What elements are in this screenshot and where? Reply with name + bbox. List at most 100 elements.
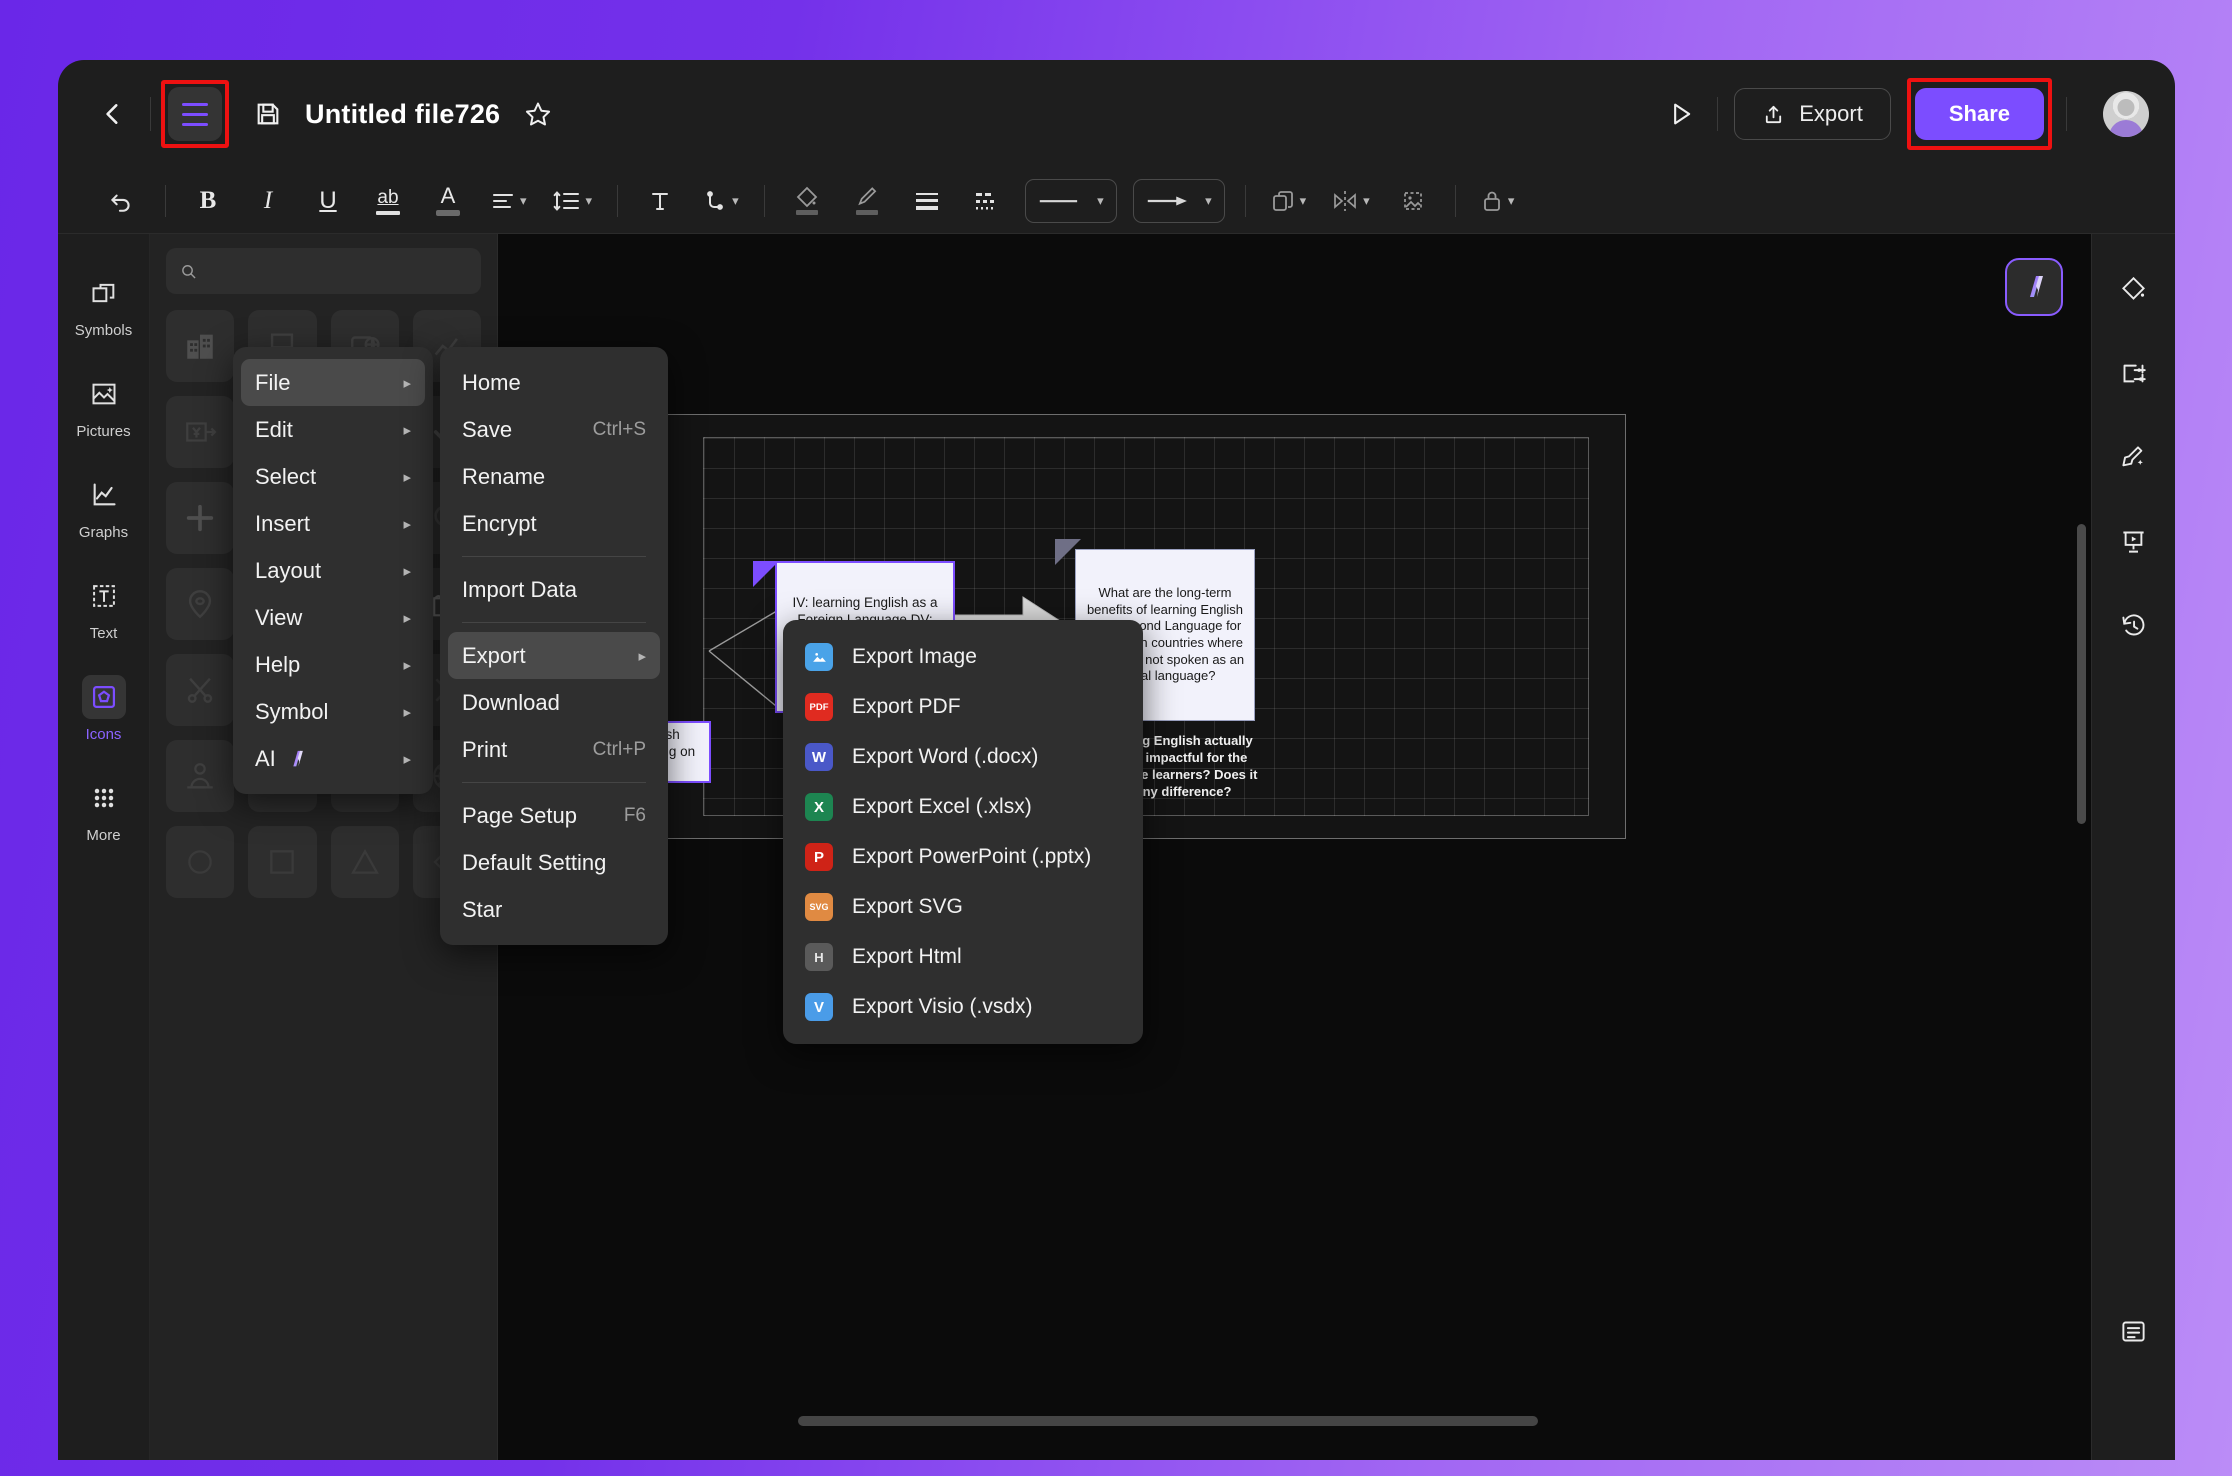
export-item-html[interactable]: H Export Html bbox=[783, 932, 1143, 982]
chevron-right-icon: ▸ bbox=[403, 609, 411, 627]
star-outline-icon[interactable] bbox=[522, 98, 554, 130]
file-menu-item-home[interactable]: Home bbox=[440, 359, 668, 406]
menu-item-symbol-label: Symbol bbox=[255, 698, 329, 724]
share-button[interactable]: Share bbox=[1914, 88, 2044, 140]
file-menu-item-default-setting[interactable]: Default Setting bbox=[440, 839, 668, 886]
icon-cell-yen-transfer[interactable] bbox=[166, 396, 235, 468]
file-menu-item-print[interactable]: Print Ctrl+P bbox=[440, 726, 668, 773]
arrow-style-select[interactable]: ▾ bbox=[1132, 178, 1225, 223]
menu-item-edit[interactable]: Edit ▸ bbox=[233, 406, 433, 453]
theme-brush-icon[interactable] bbox=[2109, 432, 2159, 482]
icon-search-box[interactable] bbox=[166, 248, 481, 294]
strikethrough-button[interactable]: ab bbox=[365, 178, 411, 224]
file-menu-item-export[interactable]: Export ▸ bbox=[448, 632, 660, 679]
export-item-powerpoint-label: Export PowerPoint (.pptx) bbox=[852, 845, 1092, 868]
menu-item-insert[interactable]: Insert ▸ bbox=[233, 500, 433, 547]
export-item-html-label: Export Html bbox=[852, 945, 962, 968]
export-item-image[interactable]: Export Image bbox=[783, 632, 1143, 682]
lock-button[interactable]: ▾ bbox=[1475, 178, 1521, 224]
format-toolbar: B I U ab A ▾ ▾ ▾ ▾ ▾ ▾ ▾ ▾ bbox=[58, 168, 2175, 234]
file-menu-item-encrypt[interactable]: Encrypt bbox=[440, 500, 668, 547]
file-menu-item-star[interactable]: Star bbox=[440, 886, 668, 933]
file-menu-item-download[interactable]: Download bbox=[440, 679, 668, 726]
menu-item-edit-label: Edit bbox=[255, 416, 293, 442]
icon-cell-building[interactable] bbox=[166, 310, 235, 382]
fill-color-button[interactable] bbox=[784, 178, 830, 224]
horizontal-scrollbar[interactable] bbox=[798, 1416, 1538, 1426]
icon-cell-square[interactable] bbox=[248, 826, 317, 898]
chevron-right-icon: ▸ bbox=[403, 562, 411, 580]
export-item-visio[interactable]: V Export Visio (.vsdx) bbox=[783, 982, 1143, 1032]
file-menu-item-rename[interactable]: Rename bbox=[440, 453, 668, 500]
export-button[interactable]: Export bbox=[1734, 88, 1891, 140]
toolbar-sep-0 bbox=[165, 184, 166, 217]
document-title[interactable]: Untitled file726 bbox=[305, 99, 500, 130]
sidebar-item-graphs[interactable]: Graphs bbox=[62, 460, 146, 550]
menu-item-symbol[interactable]: Symbol ▸ bbox=[233, 688, 433, 735]
underline-button[interactable]: U bbox=[305, 178, 351, 224]
connector-style-button[interactable]: ▾ bbox=[697, 178, 745, 224]
file-menu-item-star-label: Star bbox=[462, 896, 503, 922]
export-item-powerpoint[interactable]: P Export PowerPoint (.pptx) bbox=[783, 832, 1143, 882]
sidebar-item-text[interactable]: Text bbox=[62, 561, 146, 651]
text-box-button[interactable] bbox=[637, 178, 683, 224]
back-button[interactable] bbox=[86, 87, 140, 141]
menu-item-insert-label: Insert bbox=[255, 510, 311, 536]
icon-cell-location-pin[interactable] bbox=[166, 568, 235, 640]
vertical-scrollbar[interactable] bbox=[2077, 524, 2086, 824]
font-color-button[interactable]: A bbox=[425, 178, 471, 224]
page-settings-icon[interactable] bbox=[2109, 348, 2159, 398]
file-menu-item-rename-label: Rename bbox=[462, 463, 546, 489]
fill-bucket-icon[interactable] bbox=[2109, 264, 2159, 314]
avatar[interactable] bbox=[2103, 91, 2149, 137]
menu-item-ai[interactable]: AI ▸ bbox=[233, 735, 433, 782]
slideshow-icon[interactable] bbox=[2109, 516, 2159, 566]
file-menu-item-print-shortcut: Ctrl+P bbox=[592, 738, 646, 760]
export-item-excel[interactable]: X Export Excel (.xlsx) bbox=[783, 782, 1143, 832]
line-style-select[interactable]: ▾ bbox=[1024, 178, 1117, 223]
export-item-svg[interactable]: SVG Export SVG bbox=[783, 882, 1143, 932]
menu-item-help[interactable]: Help ▸ bbox=[233, 641, 433, 688]
icon-cell-plus[interactable] bbox=[166, 482, 235, 554]
arrange-layers-button[interactable]: ▾ bbox=[1265, 178, 1313, 224]
file-menu-item-import-data[interactable]: Import Data bbox=[440, 566, 668, 613]
menu-item-file[interactable]: File ▸ bbox=[241, 359, 425, 406]
menu-item-layout[interactable]: Layout ▸ bbox=[233, 547, 433, 594]
sidebar-item-icons[interactable]: Icons bbox=[62, 662, 146, 752]
crop-button[interactable] bbox=[1390, 178, 1436, 224]
canvas-area[interactable]: IV: learning English as a Foreign Langua… bbox=[498, 234, 2091, 1460]
flip-button[interactable]: ▾ bbox=[1326, 178, 1376, 224]
icon-cell-person-speaker[interactable] bbox=[166, 740, 235, 812]
line-weight-button[interactable] bbox=[904, 178, 950, 224]
italic-button[interactable]: I bbox=[245, 178, 291, 224]
menu-item-select[interactable]: Select ▸ bbox=[233, 453, 433, 500]
sidebar-item-symbols[interactable]: Symbols bbox=[62, 258, 146, 348]
text-align-button[interactable]: ▾ bbox=[485, 178, 533, 224]
icon-search-input[interactable] bbox=[207, 261, 467, 281]
export-item-word[interactable]: W Export Word (.docx) bbox=[783, 732, 1143, 782]
undo-button[interactable] bbox=[98, 178, 144, 224]
outline-panel-icon[interactable] bbox=[2109, 1306, 2159, 1356]
line-spacing-button[interactable]: ▾ bbox=[547, 178, 599, 224]
ai-assistant-button[interactable] bbox=[2005, 258, 2063, 316]
header-divider-2 bbox=[1717, 97, 1719, 131]
sidebar-item-pictures[interactable]: Pictures bbox=[62, 359, 146, 449]
bold-button[interactable]: B bbox=[185, 178, 231, 224]
file-menu-item-export-label: Export bbox=[462, 642, 526, 668]
history-clock-icon[interactable] bbox=[2109, 600, 2159, 650]
file-menu-item-save[interactable]: Save Ctrl+S bbox=[440, 406, 668, 453]
line-color-button[interactable] bbox=[844, 178, 890, 224]
menu-item-view[interactable]: View ▸ bbox=[233, 594, 433, 641]
file-menu-item-page-setup[interactable]: Page Setup F6 bbox=[440, 792, 668, 839]
hamburger-menu-button[interactable] bbox=[168, 87, 222, 141]
header-divider bbox=[150, 97, 151, 131]
sidebar-label-pictures: Pictures bbox=[76, 423, 131, 440]
sidebar-item-more[interactable]: More bbox=[62, 763, 146, 853]
present-play-button[interactable] bbox=[1655, 88, 1707, 140]
icon-cell-scissors[interactable] bbox=[166, 654, 235, 726]
export-item-pdf[interactable]: PDF Export PDF bbox=[783, 682, 1143, 732]
line-dash-button[interactable] bbox=[964, 178, 1010, 224]
icon-cell-circle[interactable] bbox=[166, 826, 235, 898]
icon-cell-triangle[interactable] bbox=[330, 826, 399, 898]
save-disk-icon[interactable] bbox=[251, 97, 285, 131]
